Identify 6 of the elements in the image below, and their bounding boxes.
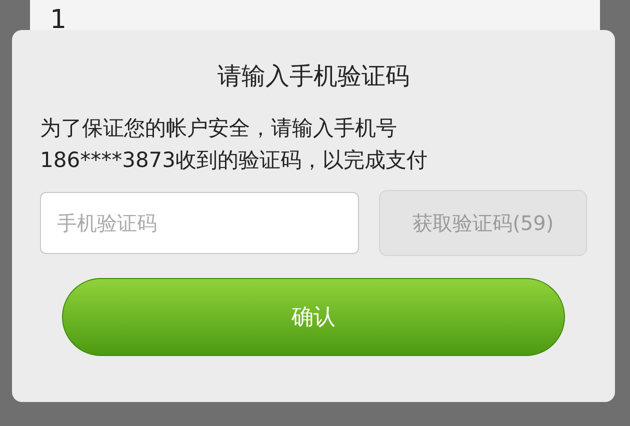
message-text: 186****3873收到的验证码，以完成支付: [40, 147, 428, 174]
message-text: 为了保证您的帐户安全，请输入手机号: [40, 115, 398, 142]
confirm-button[interactable]: 确认: [62, 278, 565, 356]
background-text: 1: [50, 5, 67, 35]
dialog-title: 请输入手机验证码: [218, 61, 410, 92]
code-input-field[interactable]: 手机验证码: [40, 192, 360, 254]
